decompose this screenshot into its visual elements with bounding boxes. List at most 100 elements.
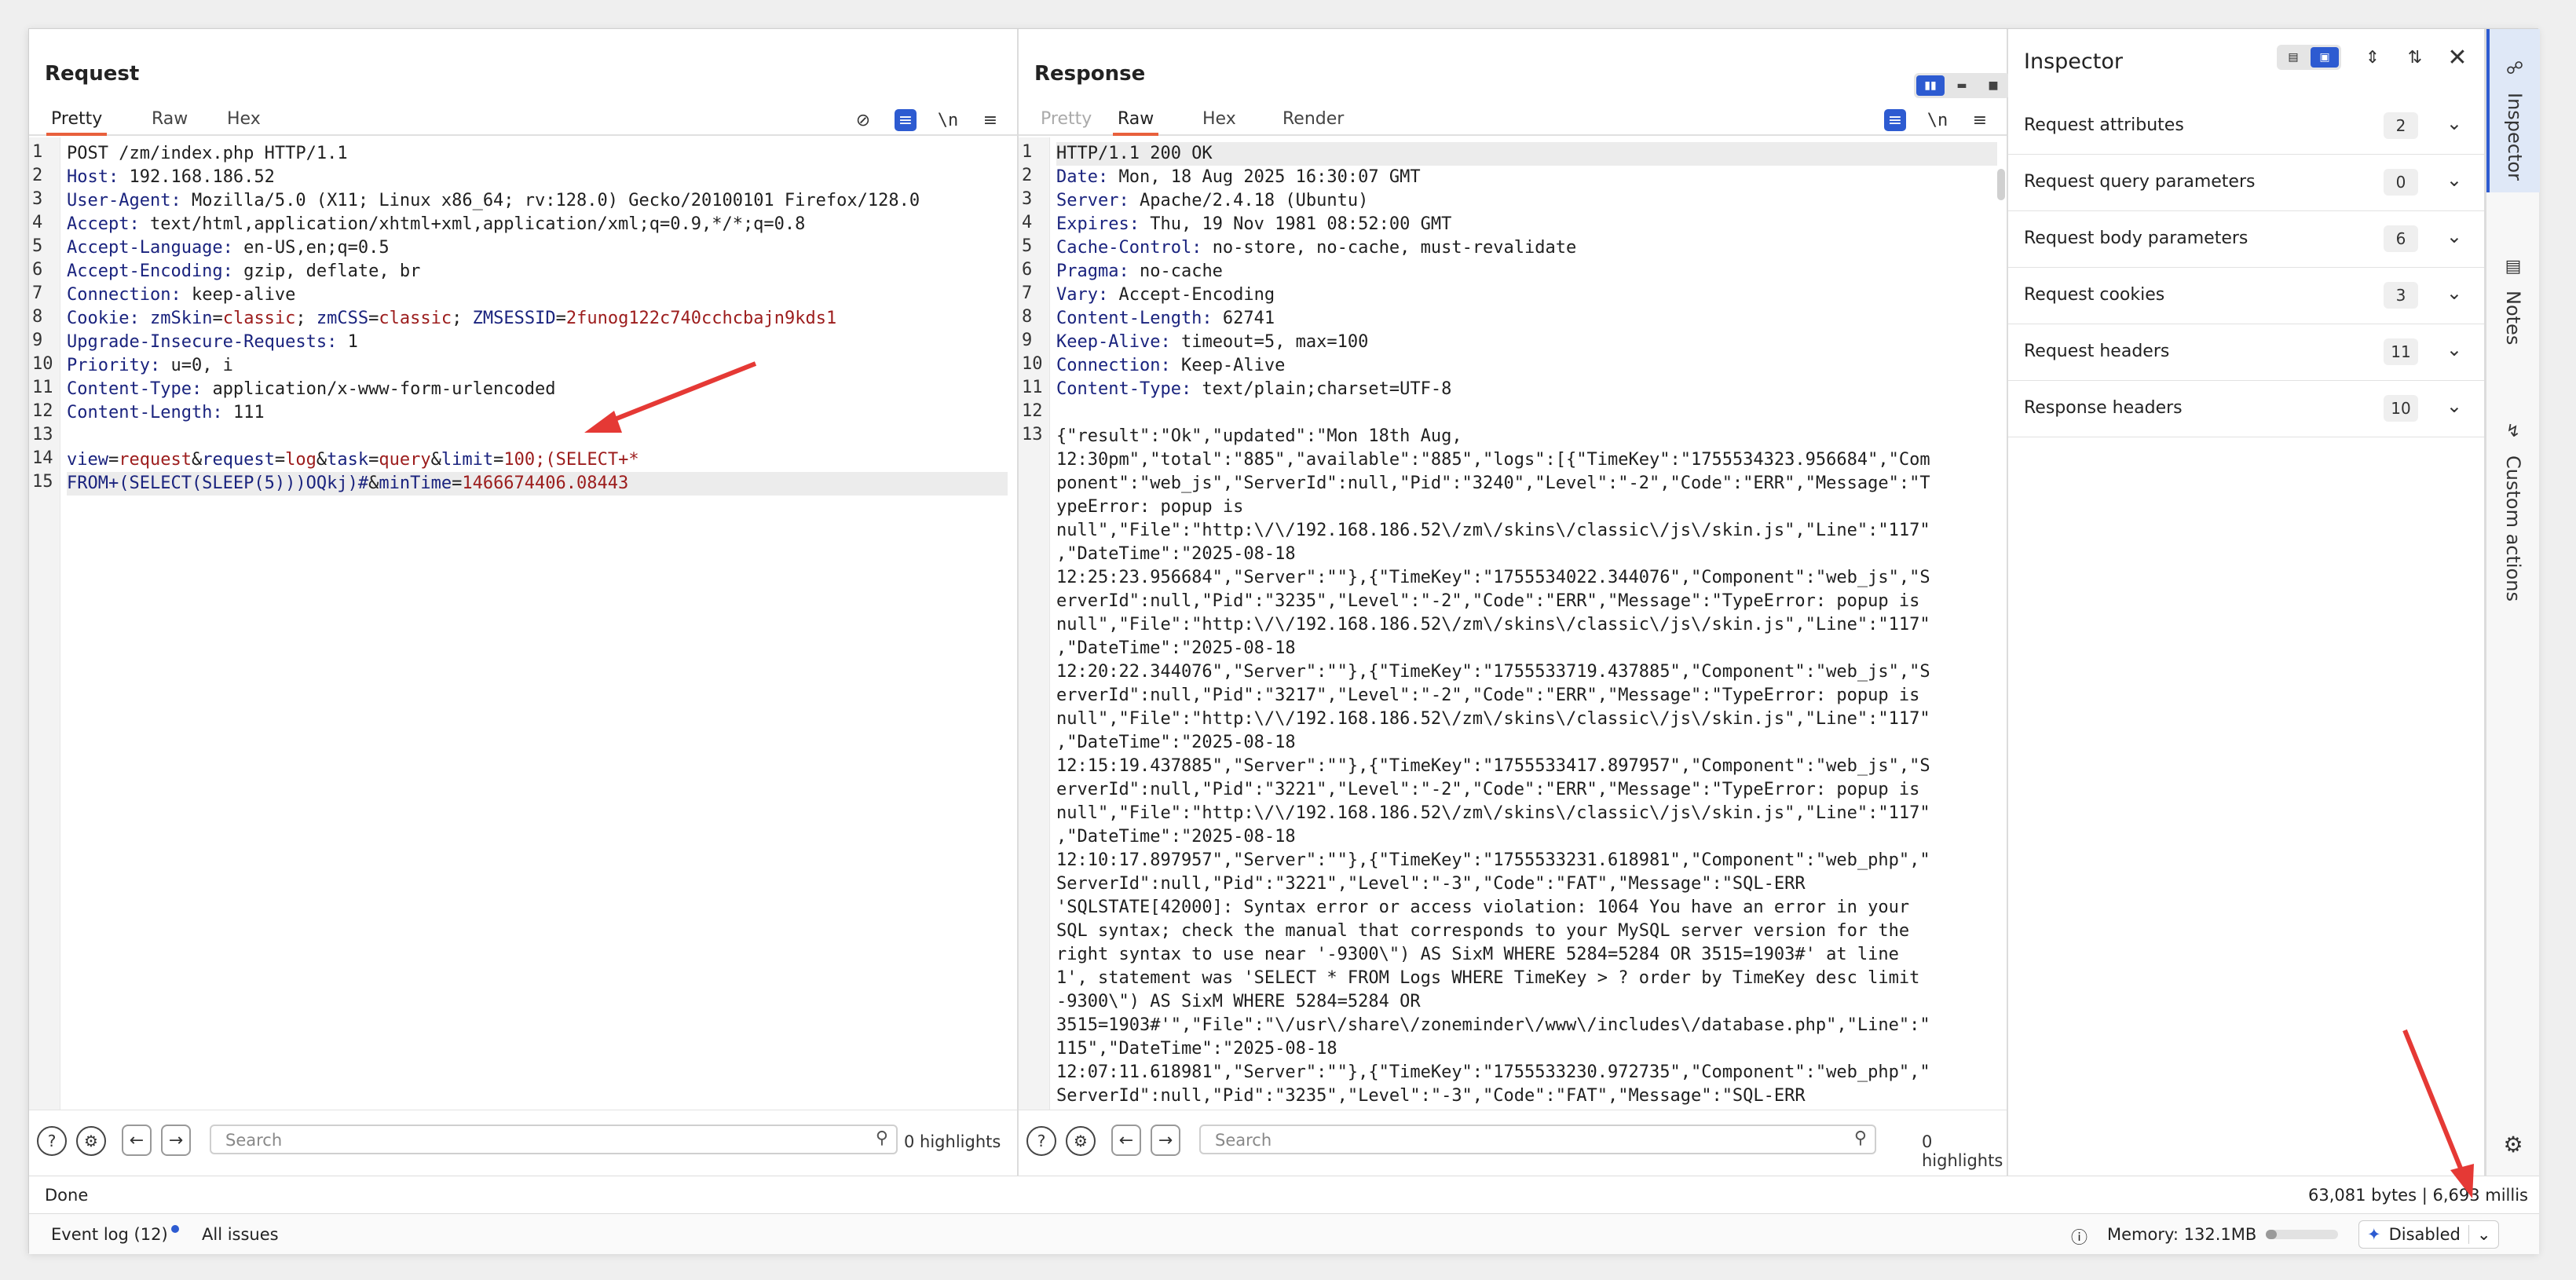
header-value: 62741 <box>1222 309 1275 328</box>
event-log-link[interactable]: Event log (12) <box>51 1225 179 1244</box>
response-search-input[interactable]: Search ⚲ <box>1199 1125 1876 1154</box>
chevron-down-icon[interactable]: ⌄ <box>2446 169 2462 191</box>
header-key: Content-Type: <box>1056 379 1202 399</box>
panel-view-icon[interactable]: ▣ <box>2311 47 2339 68</box>
inspector-section-label: Request query parameters <box>2024 172 2256 192</box>
tab-render[interactable]: Render <box>1278 104 1348 136</box>
notes-icon: ▤ <box>2505 257 2522 276</box>
menu-icon[interactable]: ≡ <box>1969 109 1991 131</box>
tab-hex[interactable]: Hex <box>222 104 265 136</box>
code-token: & <box>191 450 203 470</box>
bottom-bar: Event log (12) All issues ⓘ Memory: 132.… <box>29 1213 2539 1254</box>
chevron-down-icon[interactable]: ⌄ <box>2468 1225 2490 1244</box>
response-tabs: Pretty Raw Hex Render <box>1019 104 2007 136</box>
line-number: 14 <box>32 448 53 468</box>
body-line: ServerId":null,"Pid":"3235","Level":"-3"… <box>1056 1086 1806 1106</box>
eye-off-icon[interactable]: ⊘ <box>852 109 874 131</box>
response-footer: ? ⚙ ← → Search ⚲ 0 highlights <box>1019 1110 2007 1176</box>
tab-hex[interactable]: Hex <box>1198 104 1241 136</box>
help-icon[interactable]: ? <box>37 1126 67 1156</box>
code-line: Keep-Alive: timeout=5, max=100 <box>1056 331 1997 354</box>
newline-icon[interactable]: \n <box>937 109 959 131</box>
code-line: FROM+(SELECT(SLEEP(5)))OQkj)#&minTime=14… <box>67 472 1008 496</box>
body-line: 12:07:11.618981","Server":""},{"TimeKey"… <box>1056 1062 1930 1082</box>
response-editor[interactable]: 1 2 3 4 5 6 7 8 9 10 11 12 13 HTTP/1.1 200 OK Date: M… <box>1019 137 2007 1110</box>
code-line: view=request&request=log&task=query&limi… <box>67 448 1008 472</box>
chevron-down-icon[interactable]: ⌄ <box>2446 112 2462 134</box>
body-line: 'SQLSTATE[42000]: Syntax error or access… <box>1056 898 1910 917</box>
count-badge: 10 <box>2384 395 2418 422</box>
tab-raw[interactable]: Raw <box>1113 104 1159 136</box>
code-token: 2funog122c740cchcbajn9kds1 <box>565 309 837 328</box>
tab-raw[interactable]: Raw <box>147 104 192 136</box>
sidebar-tab-inspector[interactable]: ☍ Inspector <box>2486 29 2540 192</box>
main-area: Request Pretty Raw Hex ⊘ ≡ \n ≡ 12345678… <box>29 29 2486 1176</box>
code-token: User-Agent: <box>67 191 192 210</box>
header-key: Vary: <box>1056 285 1119 305</box>
ai-toggle-button[interactable]: ✦ Disabled ⌄ <box>2358 1220 2500 1249</box>
line-number: 12 <box>1022 401 1043 421</box>
body-line: null","File":"http:\/\/192.168.186.52\/z… <box>1056 521 1930 540</box>
arrow-right-icon[interactable]: → <box>161 1125 191 1156</box>
help-icon[interactable]: ? <box>1026 1126 1056 1156</box>
tab-pretty[interactable]: Pretty <box>1036 104 1096 136</box>
header-key: Keep-Alive: <box>1056 332 1181 352</box>
code-token: Upgrade-Insecure-Requests: <box>67 332 348 352</box>
gear-icon[interactable]: ⚙ <box>76 1126 106 1156</box>
sidebar-tab-custom-actions[interactable]: ↯ Custom actions <box>2486 422 2540 602</box>
inspector-section-label: Request body parameters <box>2024 229 2249 248</box>
inspector-section[interactable]: Response headers 10 ⌄ <box>2008 381 2484 437</box>
inspector-section[interactable]: Request cookies 3 ⌄ <box>2008 268 2484 324</box>
collapse-all-icon[interactable]: ⇅ <box>2404 46 2426 68</box>
code-line: Expires: Thu, 19 Nov 1981 08:52:00 GMT <box>1056 213 1997 236</box>
code-line: Host: 192.168.186.52 <box>67 166 1008 189</box>
code-token: POST /zm/index.php HTTP/1.1 <box>67 144 348 163</box>
line-number: 13 <box>32 425 53 444</box>
chevron-down-icon[interactable]: ⌄ <box>2446 395 2462 417</box>
wrap-icon[interactable]: ≡ <box>1884 109 1906 131</box>
sidebar-tab-label: Custom actions <box>2502 455 2524 602</box>
list-view-icon[interactable]: ▤ <box>2279 47 2307 68</box>
code-token: zmCSS <box>316 309 369 328</box>
chevron-down-icon[interactable]: ⌄ <box>2446 338 2462 360</box>
arrow-right-icon[interactable]: → <box>1151 1125 1180 1156</box>
tab-pretty[interactable]: Pretty <box>46 104 108 136</box>
sidebar-tab-notes[interactable]: ▤ Notes <box>2486 257 2540 345</box>
inspector-section[interactable]: Request query parameters 0 ⌄ <box>2008 155 2484 211</box>
newline-icon[interactable]: \n <box>1927 109 1948 131</box>
inspector-section[interactable]: Request headers 11 ⌄ <box>2008 324 2484 381</box>
line-number: 5 <box>32 236 43 256</box>
search-placeholder: Search <box>1215 1131 1272 1150</box>
request-editor[interactable]: 1 2 3 4 5 6 7 8 9 10 11 12 13 14 15 POST /zm/index.php… <box>29 137 1017 1110</box>
single-pane-icon[interactable]: ■ <box>1979 75 2007 96</box>
line-number: 3 <box>32 189 43 209</box>
inspector-section[interactable]: Request attributes 2 ⌄ <box>2008 98 2484 155</box>
arrow-left-icon[interactable]: ← <box>122 1125 152 1156</box>
header-value: timeout=5, max=100 <box>1180 332 1369 352</box>
close-icon[interactable]: ✕ <box>2446 44 2468 71</box>
code-token: Accept-Language: <box>67 238 244 258</box>
request-search-input[interactable]: Search ⚲ <box>210 1125 898 1154</box>
inspector-section[interactable]: Request body parameters 6 ⌄ <box>2008 211 2484 268</box>
code-line: Connection: keep-alive <box>67 283 1008 307</box>
code-token: 100;(SELECT+* <box>503 450 639 470</box>
split-horizontal-icon[interactable]: ▮▮ <box>1916 75 1945 96</box>
code-token: classic <box>379 309 452 328</box>
chevron-down-icon[interactable]: ⌄ <box>2446 225 2462 247</box>
line-number: 8 <box>1022 307 1033 327</box>
menu-icon[interactable]: ≡ <box>979 109 1001 131</box>
gear-icon[interactable]: ⚙ <box>1066 1126 1096 1156</box>
header-value: Accept-Encoding <box>1118 285 1275 305</box>
response-scrollbar[interactable] <box>1997 169 2005 200</box>
ai-status-label: Disabled <box>2388 1225 2461 1244</box>
wrap-icon[interactable]: ≡ <box>895 109 917 131</box>
chevron-down-icon[interactable]: ⌄ <box>2446 282 2462 304</box>
sidebar-settings[interactable]: ⚙ <box>2486 1132 2540 1172</box>
body-line: 115","DateTime":"2025-08-18 <box>1056 1039 1337 1059</box>
all-issues-link[interactable]: All issues <box>202 1225 279 1244</box>
split-vertical-icon[interactable]: ▬ <box>1948 75 1976 96</box>
arrow-left-icon[interactable]: ← <box>1111 1125 1141 1156</box>
expand-all-icon[interactable]: ⇕ <box>2362 46 2384 68</box>
line-number: 6 <box>1022 260 1033 280</box>
info-icon[interactable]: ⓘ <box>2071 1225 2088 1249</box>
